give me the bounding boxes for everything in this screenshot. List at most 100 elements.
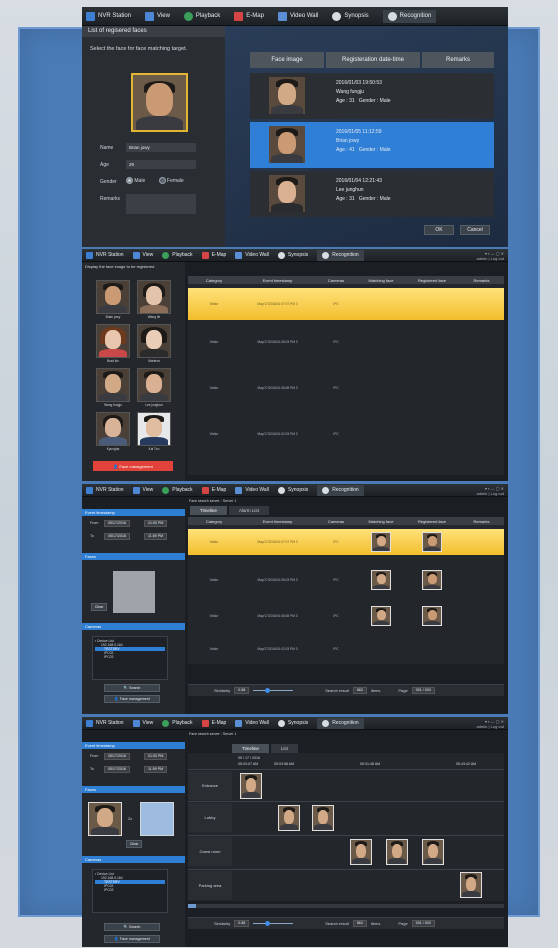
face-management-button[interactable]: 👤 Face management bbox=[104, 935, 160, 943]
face-management-button[interactable]: 👤 Face management bbox=[93, 461, 173, 471]
from-time-input[interactable]: 01:00 PM bbox=[144, 520, 168, 527]
event-timestamp-header[interactable]: Event timestamp bbox=[82, 509, 185, 516]
col-registration-datetime[interactable]: Registeration date-time bbox=[326, 52, 420, 68]
col-face-image[interactable]: Face image bbox=[250, 52, 324, 68]
face-management-button[interactable]: 👤 Face management bbox=[104, 695, 160, 703]
nav-view[interactable]: View bbox=[132, 486, 153, 494]
alarm-row-selected[interactable]: Visitor May/17/2016/01:07:07 PM 3 IPC bbox=[188, 529, 504, 555]
nav-recognition[interactable]: Recognition bbox=[317, 484, 364, 496]
table-row[interactable]: 2016/01/04 12:21:43 Lee junghun Age : 31 G… bbox=[250, 171, 494, 217]
tab-timeline[interactable]: Timeline bbox=[190, 506, 227, 515]
name-field[interactable]: Brian jowy bbox=[126, 143, 196, 152]
search-button[interactable]: 🔍 Search bbox=[104, 923, 160, 931]
nav-synopsis[interactable]: Synopsis bbox=[332, 11, 369, 21]
device-item[interactable]: IPC03 bbox=[95, 888, 165, 892]
registered-face[interactable] bbox=[137, 280, 171, 314]
nav-playback[interactable]: Playback bbox=[162, 486, 193, 494]
to-date-input[interactable]: 05/17/2016 bbox=[104, 533, 130, 540]
nav-synopsis[interactable]: Synopsis bbox=[277, 486, 308, 494]
registered-face[interactable] bbox=[96, 412, 130, 446]
nav-playback[interactable]: Playback bbox=[162, 719, 193, 727]
nav-playback[interactable]: Playback bbox=[162, 251, 193, 259]
page-input[interactable]: 001 / 003 bbox=[411, 687, 435, 694]
registered-face[interactable] bbox=[96, 280, 130, 314]
col-remarks[interactable]: Remarks bbox=[422, 52, 494, 68]
clear-button[interactable]: Clear bbox=[91, 603, 107, 611]
from-date-input[interactable]: 05/17/2016 bbox=[104, 520, 130, 527]
nav-recognition[interactable]: Recognition bbox=[382, 9, 437, 23]
remarks-field[interactable] bbox=[126, 194, 196, 214]
user-menu[interactable]: ▾ ▪ — ▢ ✕ admin | Log out bbox=[476, 719, 504, 729]
cancel-button[interactable]: Cancel bbox=[460, 225, 490, 235]
registered-face[interactable] bbox=[422, 606, 442, 626]
tab-timeline[interactable]: Timeline bbox=[232, 744, 269, 753]
nav-view[interactable]: View bbox=[132, 719, 153, 727]
cameras-header[interactable]: Cameras bbox=[82, 856, 185, 863]
female-radio[interactable] bbox=[158, 177, 166, 184]
nav-emap[interactable]: E-Map bbox=[201, 719, 226, 727]
male-radio[interactable] bbox=[126, 177, 133, 184]
faces-header[interactable]: Faces bbox=[82, 553, 185, 560]
alarm-row[interactable]: Visitor May/17/2016/01:02:03 PM 3 IPC bbox=[188, 639, 504, 659]
table-row[interactable]: 2016/01/03 19:50:53 Wang fungju Age : 31 G… bbox=[250, 73, 494, 119]
add-face-placeholder[interactable] bbox=[140, 802, 174, 836]
timeline-scrollbar[interactable] bbox=[188, 904, 504, 908]
age-field[interactable]: 29 bbox=[126, 160, 196, 169]
nav-emap[interactable]: E-Map bbox=[201, 486, 226, 494]
timeline-event[interactable] bbox=[278, 805, 300, 831]
search-button[interactable]: 🔍 Search bbox=[104, 684, 160, 692]
slider-knob[interactable] bbox=[265, 921, 271, 926]
similarity-input[interactable]: 0.58 bbox=[234, 687, 250, 694]
selected-face-image[interactable] bbox=[131, 73, 188, 132]
tab-alarm-list[interactable]: Alarm List bbox=[228, 506, 269, 515]
registered-face[interactable] bbox=[137, 368, 171, 402]
nav-recognition[interactable]: Recognition bbox=[317, 249, 364, 261]
nav-emap[interactable]: E-Map bbox=[201, 251, 226, 259]
event-timestamp-header[interactable]: Event timestamp bbox=[82, 742, 185, 749]
event-row[interactable]: Visitor May/17/2016/01:02:03 PM 3 IPC bbox=[188, 418, 504, 450]
nav-emap[interactable]: E-Map bbox=[234, 11, 264, 21]
alarm-row[interactable]: Visitor May/17/2016/01:08:08 PM 3 IPC bbox=[188, 603, 504, 629]
nav-video-wall[interactable]: Video Wall bbox=[235, 719, 269, 727]
nav-video-wall[interactable]: Video Wall bbox=[235, 251, 269, 259]
nav-view[interactable]: View bbox=[145, 11, 170, 21]
nav-synopsis[interactable]: Synopsis bbox=[277, 719, 308, 727]
nav-video-wall[interactable]: Video Wall bbox=[235, 486, 269, 494]
nav-video-wall[interactable]: Video Wall bbox=[277, 11, 318, 21]
cameras-header[interactable]: Cameras bbox=[82, 623, 185, 630]
matching-face[interactable] bbox=[371, 532, 391, 552]
similarity-slider[interactable] bbox=[253, 688, 294, 693]
from-time-input[interactable]: 01:00 PM bbox=[144, 753, 168, 760]
registered-face[interactable] bbox=[137, 324, 171, 358]
search-face-image[interactable] bbox=[88, 802, 122, 836]
registered-face[interactable] bbox=[422, 570, 442, 590]
event-row-selected[interactable]: Visitor May/17/2016/01:07:07 PM 3 IPC bbox=[188, 288, 504, 320]
timeline-event[interactable] bbox=[422, 839, 444, 865]
similarity-input[interactable]: 0.58 bbox=[234, 920, 250, 927]
nav-view[interactable]: View bbox=[132, 251, 153, 259]
page-input[interactable]: 001 / 003 bbox=[411, 920, 435, 927]
registered-face[interactable] bbox=[422, 532, 442, 552]
matching-face[interactable] bbox=[371, 606, 391, 626]
event-row[interactable]: Visitor May/17/2016/01:08:08 PM 3 IPC bbox=[188, 372, 504, 404]
faces-header[interactable]: Faces bbox=[82, 786, 185, 793]
timeline-event[interactable] bbox=[350, 839, 372, 865]
registered-face[interactable] bbox=[96, 324, 130, 358]
tab-list[interactable]: List bbox=[270, 744, 298, 753]
face-drop-area[interactable] bbox=[113, 571, 155, 613]
to-time-input[interactable]: 11:59 PM bbox=[144, 533, 168, 540]
user-menu[interactable]: ▾ ▪ — ▢ ✕ admin | Log out bbox=[476, 251, 504, 261]
from-date-input[interactable]: 05/17/2016 bbox=[104, 753, 130, 760]
table-row-selected[interactable]: 2016/01/05 11:12:59 Brian jowy Age : 41 Ge… bbox=[250, 122, 494, 168]
ok-button[interactable]: OK bbox=[424, 225, 454, 235]
alarm-row[interactable]: Visitor May/17/2016/01:08:03 PM 3 IPC bbox=[188, 567, 504, 593]
nav-playback[interactable]: Playback bbox=[183, 11, 220, 21]
nav-synopsis[interactable]: Synopsis bbox=[277, 251, 308, 259]
user-menu[interactable]: ▾ ▪ — ▢ ✕ admin | Log out bbox=[476, 486, 504, 496]
clear-button[interactable]: Clear bbox=[126, 840, 142, 848]
registered-face[interactable] bbox=[96, 368, 130, 402]
timeline-event[interactable] bbox=[312, 805, 334, 831]
event-row[interactable]: Visitor May/17/2016/01:08:03 PM 3 IPC bbox=[188, 326, 504, 358]
timeline-event[interactable] bbox=[240, 773, 262, 799]
timeline-event[interactable] bbox=[386, 839, 408, 865]
